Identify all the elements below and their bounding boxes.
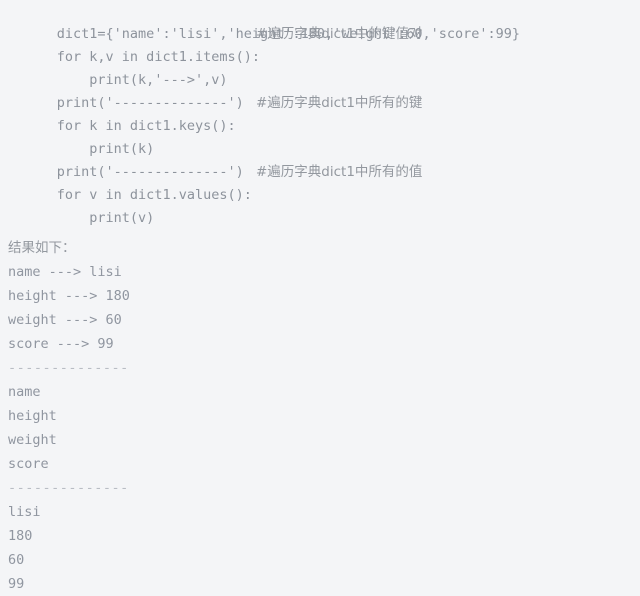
output-separator: -------------- [8, 480, 129, 496]
output-line: weight ---> 60 [8, 312, 122, 328]
output-block: 结果如下： name ---> lisi height ---> 180 wei… [0, 236, 640, 596]
code-line: for k in dict1.keys(): #遍历字典dict1中所有的键 [0, 92, 640, 134]
output-line: weight [8, 432, 57, 448]
code-comment: #遍历字典dict1中的键值对 [256, 26, 423, 42]
code-screenshot: dict1={'name':'lisi','height':180,'weigh… [0, 0, 640, 592]
code-line: print(k) [0, 115, 640, 157]
output-line: lisi [8, 504, 41, 520]
output-line: score ---> 99 [8, 336, 114, 352]
output-line: height ---> 180 [8, 288, 130, 304]
code-line: for k,v in dict1.items(): #遍历字典dict1中的键值… [0, 23, 640, 65]
code-comment: #遍历字典dict1中所有的值 [256, 164, 423, 180]
output-line: height [8, 408, 57, 424]
code-comment: #遍历字典dict1中所有的键 [256, 95, 423, 111]
code-line: for v in dict1.values(): #遍历字典dict1中所有的值 [0, 161, 640, 203]
code-source: print(v) [56, 210, 155, 226]
output-line: 180 [8, 528, 33, 544]
output-line: 99 [8, 576, 25, 592]
code-line: print(v) [0, 184, 640, 226]
output-line: score [8, 456, 49, 472]
code-line: print('--------------') [0, 138, 640, 180]
output-heading: 结果如下： [8, 240, 76, 256]
code-line: print('--------------') [0, 69, 640, 111]
code-line: dict1={'name':'lisi','height':180,'weigh… [0, 0, 640, 42]
output-line: name ---> lisi [8, 264, 122, 280]
code-block: dict1={'name':'lisi','height':180,'weigh… [0, 0, 640, 226]
output-separator: -------------- [8, 360, 129, 376]
output-line: name [8, 384, 41, 400]
code-line: print(k,'--->',v) [0, 46, 640, 88]
output-line: 60 [8, 552, 25, 568]
